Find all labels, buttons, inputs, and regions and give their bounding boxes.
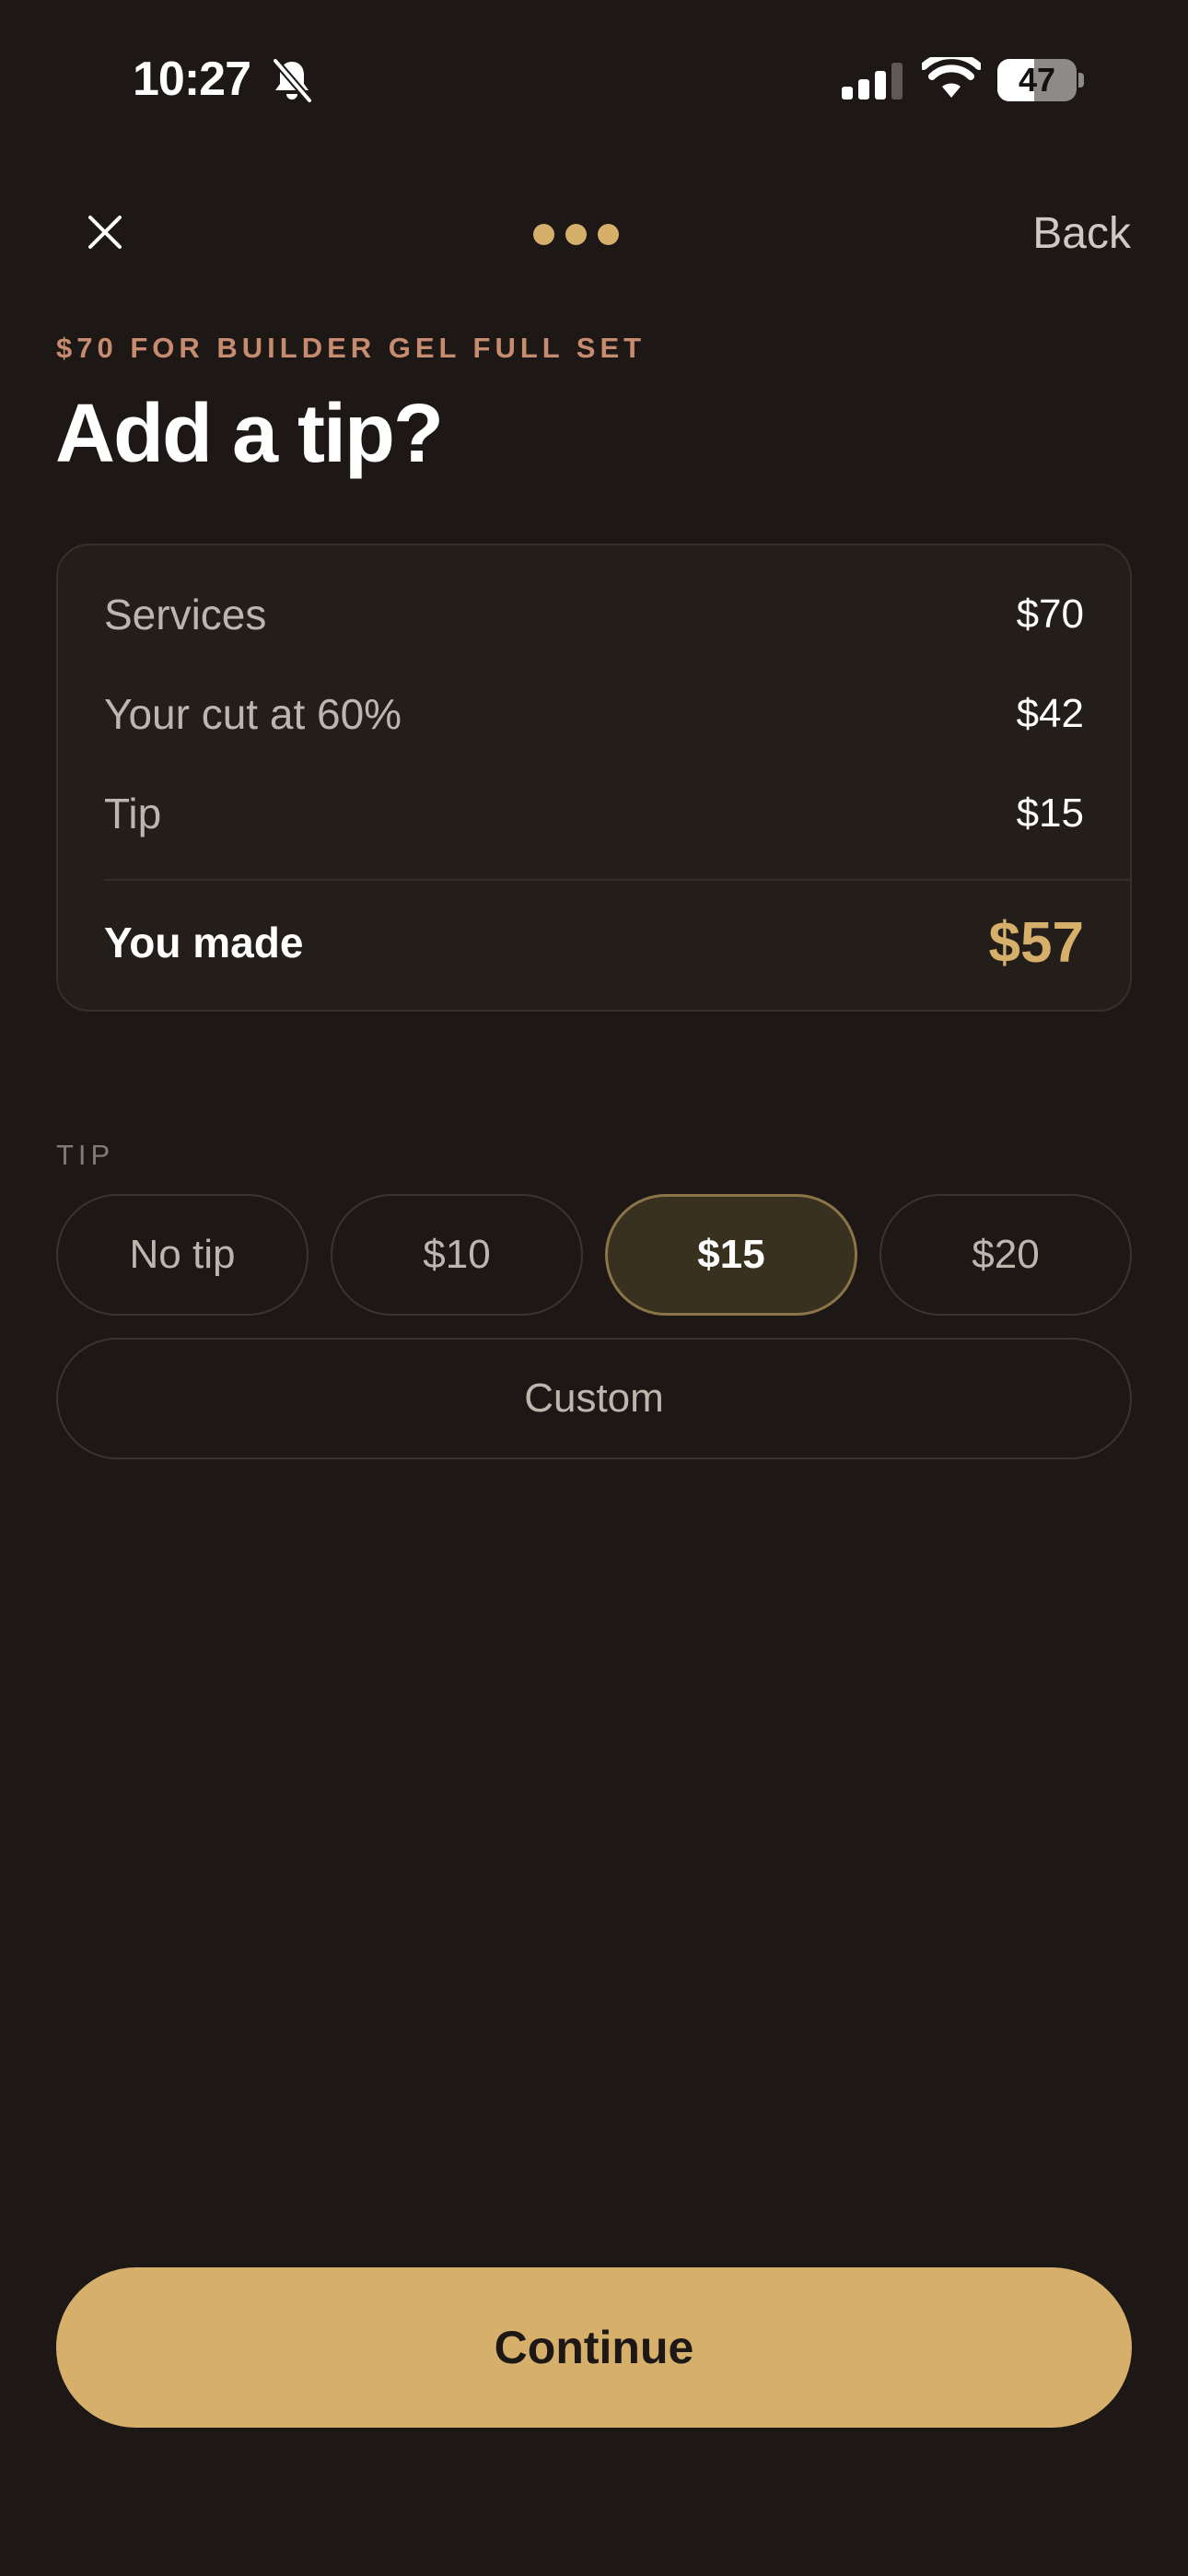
progress-dot — [565, 224, 587, 245]
summary-divider — [104, 879, 1130, 881]
battery-level: 47 — [1018, 61, 1056, 99]
status-time: 10:27 — [133, 53, 251, 106]
summary-row-total: You made $57 — [104, 909, 1084, 976]
progress-dot — [533, 224, 554, 245]
close-icon[interactable] — [81, 208, 129, 256]
total-value: $57 — [988, 910, 1084, 975]
wifi-icon — [922, 57, 981, 98]
tip-option-20[interactable]: $20 — [879, 1194, 1132, 1316]
tip-screen: 10:27 47 Back $70 FOR BUILDER GEL FULL S… — [0, 0, 1188, 2576]
page-title: Add a tip? — [55, 388, 444, 480]
battery-indicator: 47 — [997, 59, 1084, 101]
summary-value: $15 — [1016, 790, 1084, 836]
tip-section-label: TIP — [56, 1139, 115, 1171]
summary-value: $70 — [1016, 591, 1084, 637]
tip-option-15[interactable]: $15 — [605, 1194, 857, 1316]
custom-tip-button[interactable]: Custom — [56, 1338, 1132, 1459]
cellular-signal-icon — [842, 63, 903, 100]
summary-row-tip: Tip $15 — [104, 786, 1084, 841]
earnings-summary-card: Services $70 Your cut at 60% $42 Tip $15… — [56, 544, 1132, 1012]
summary-label: Services — [104, 591, 267, 638]
bell-slash-icon — [272, 58, 313, 103]
progress-dot — [598, 224, 619, 245]
service-eyebrow: $70 FOR BUILDER GEL FULL SET — [56, 332, 646, 364]
progress-dots — [533, 224, 619, 245]
summary-label: Your cut at 60% — [104, 690, 402, 738]
tip-option-10[interactable]: $10 — [331, 1194, 583, 1316]
continue-button[interactable]: Continue — [56, 2267, 1132, 2428]
total-label: You made — [104, 919, 304, 966]
summary-label: Tip — [104, 790, 162, 837]
back-button[interactable]: Back — [1032, 208, 1131, 259]
summary-row-cut: Your cut at 60% $42 — [104, 686, 1084, 742]
tip-option-none[interactable]: No tip — [56, 1194, 309, 1316]
summary-row-services: Services $70 — [104, 587, 1084, 642]
summary-value: $42 — [1016, 691, 1084, 736]
